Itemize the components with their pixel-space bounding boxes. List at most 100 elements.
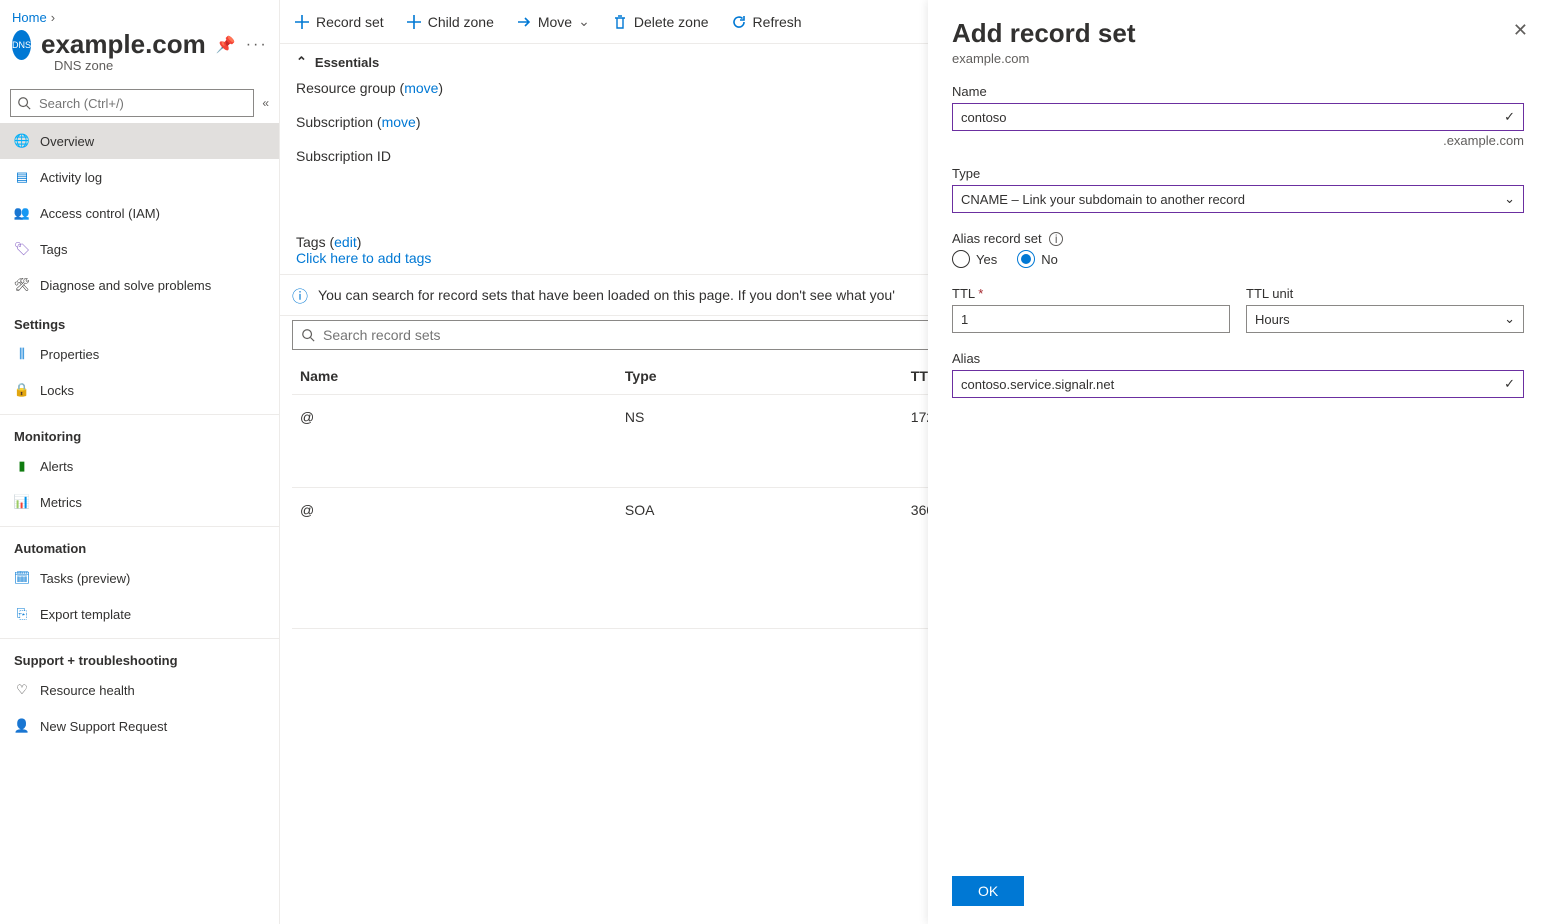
nav-access-control[interactable]: 👥 Access control (IAM)	[0, 195, 279, 231]
nav-label: New Support Request	[40, 719, 167, 734]
health-icon: ♡	[14, 682, 30, 698]
properties-icon: ⫼	[14, 346, 30, 362]
nav-search[interactable]	[10, 89, 254, 117]
cmd-refresh[interactable]: Refresh	[731, 14, 802, 30]
radio-label: No	[1041, 252, 1058, 267]
ttl-unit-select[interactable]: Hours ⌄	[1246, 305, 1524, 333]
tag-icon: 🏷	[14, 241, 30, 257]
nav-label: Properties	[40, 347, 99, 362]
move-link[interactable]: move	[404, 80, 438, 96]
panel-subtitle: example.com	[952, 51, 1524, 66]
search-icon	[301, 328, 315, 342]
radio-icon	[952, 250, 970, 268]
wrench-icon: 🛠	[14, 277, 30, 293]
cmd-move[interactable]: Move ⌄	[516, 13, 590, 30]
panel-title: Add record set	[952, 18, 1524, 49]
field-subscription: Subscription (move)	[296, 114, 894, 130]
nav-group-settings: Settings	[0, 303, 279, 336]
type-label: Type	[952, 166, 1524, 181]
info-icon[interactable]: i	[1049, 232, 1063, 246]
nav-group-support: Support + troubleshooting	[0, 638, 279, 672]
chevron-down-icon: ⌄	[1504, 191, 1515, 207]
info-text: You can search for record sets that have…	[318, 287, 895, 303]
nav-tags[interactable]: 🏷 Tags	[0, 231, 279, 267]
more-icon[interactable]: ···	[246, 36, 268, 54]
nav-label: Locks	[40, 383, 74, 398]
nav-new-support[interactable]: 👤 New Support Request	[0, 708, 279, 744]
nav-group-automation: Automation	[0, 526, 279, 560]
cmd-child-zone[interactable]: Child zone	[406, 14, 494, 30]
essentials-title: Essentials	[315, 55, 379, 70]
nav-label: Tags	[40, 242, 67, 257]
nav-label: Tasks (preview)	[40, 571, 130, 586]
tasks-icon: 🗓	[14, 570, 30, 586]
chevron-right-icon: ›	[51, 10, 55, 25]
check-icon: ✓	[1504, 109, 1515, 125]
radio-no[interactable]: No	[1017, 250, 1058, 268]
support-icon: 👤	[14, 718, 30, 734]
ttl-input[interactable]: 1	[952, 305, 1230, 333]
chevron-up-icon: ⌃	[296, 54, 307, 70]
close-icon[interactable]: ✕	[1513, 20, 1528, 41]
page-title: example.com	[41, 29, 206, 60]
nav-diagnose[interactable]: 🛠 Diagnose and solve problems	[0, 267, 279, 303]
pin-icon[interactable]: 📌	[216, 35, 236, 55]
name-label: Name	[952, 84, 1524, 99]
tags-add-link[interactable]: Click here to add tags	[296, 250, 431, 266]
ttl-label: TTL *	[952, 286, 1230, 301]
breadcrumb-home[interactable]: Home	[12, 10, 47, 25]
nav-locks[interactable]: 🔒 Locks	[0, 372, 279, 408]
cell-type: SOA	[617, 488, 903, 629]
type-select[interactable]: CNAME – Link your subdomain to another r…	[952, 185, 1524, 213]
col-name[interactable]: Name	[292, 358, 617, 395]
cell-type: NS	[617, 395, 903, 488]
globe-icon: 🌐	[14, 133, 30, 149]
alias-input[interactable]: contoso.service.signalr.net ✓	[952, 370, 1524, 398]
cmd-delete-zone[interactable]: Delete zone	[612, 14, 709, 30]
people-icon: 👥	[14, 205, 30, 221]
nav-properties[interactable]: ⫼ Properties	[0, 336, 279, 372]
nav-label: Overview	[40, 134, 94, 149]
move-link[interactable]: move	[382, 114, 416, 130]
ttl-value: 1	[961, 312, 968, 327]
metrics-icon: 📊	[14, 494, 30, 510]
chevron-down-icon: ⌄	[1504, 311, 1515, 327]
refresh-icon	[731, 14, 747, 30]
chevron-down-icon: ⌄	[578, 13, 590, 30]
breadcrumb: Home ›	[0, 0, 279, 25]
nav-label: Export template	[40, 607, 131, 622]
alerts-icon: ▮	[14, 458, 30, 474]
nav-alerts[interactable]: ▮ Alerts	[0, 448, 279, 484]
radio-yes[interactable]: Yes	[952, 250, 997, 268]
ok-button[interactable]: OK	[952, 876, 1024, 906]
plus-icon	[406, 14, 422, 30]
nav-label: Alerts	[40, 459, 73, 474]
add-record-panel: ✕ Add record set example.com Name contos…	[928, 0, 1548, 924]
cmd-record-set[interactable]: Record set	[294, 14, 384, 30]
collapse-nav-icon[interactable]: «	[262, 96, 269, 110]
nav-search-input[interactable]	[37, 95, 247, 112]
nav-metrics[interactable]: 📊 Metrics	[0, 484, 279, 520]
tags-edit-link[interactable]: edit	[334, 234, 357, 250]
nav-label: Access control (IAM)	[40, 206, 160, 221]
info-icon: ⓘ	[292, 283, 308, 307]
nav-export-template[interactable]: ⎘ Export template	[0, 596, 279, 632]
trash-icon	[612, 14, 628, 30]
nav-activity-log[interactable]: ▤ Activity log	[0, 159, 279, 195]
radio-label: Yes	[976, 252, 997, 267]
lock-icon: 🔒	[14, 382, 30, 398]
col-type[interactable]: Type	[617, 358, 903, 395]
plus-icon	[294, 14, 310, 30]
nav-label: Diagnose and solve problems	[40, 278, 211, 293]
alias-value: contoso.service.signalr.net	[961, 377, 1114, 392]
cell-name: @	[292, 395, 617, 488]
name-suffix: .example.com	[952, 133, 1524, 148]
log-icon: ▤	[14, 169, 30, 185]
check-icon: ✓	[1504, 376, 1515, 392]
cmd-label: Move	[538, 14, 572, 30]
nav-group-monitoring: Monitoring	[0, 414, 279, 448]
nav-overview[interactable]: 🌐 Overview	[0, 123, 279, 159]
name-input[interactable]: contoso ✓	[952, 103, 1524, 131]
nav-resource-health[interactable]: ♡ Resource health	[0, 672, 279, 708]
nav-tasks[interactable]: 🗓 Tasks (preview)	[0, 560, 279, 596]
